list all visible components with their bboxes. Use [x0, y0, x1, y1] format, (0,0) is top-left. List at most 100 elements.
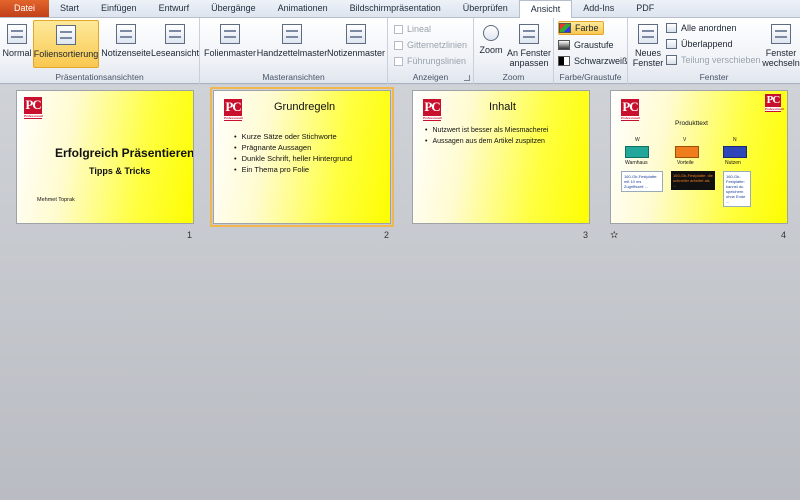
guides-checkbox[interactable]: Führungslinien [394, 54, 466, 68]
show-dialog-launcher-icon[interactable] [464, 75, 470, 81]
ribbon: Normal Foliensortierung Notizenseite Les… [0, 18, 800, 84]
list-item: Kurze Sätze oder Stichworte [234, 131, 352, 142]
slide-sorter-button[interactable]: Foliensortierung [33, 20, 99, 68]
tab-start[interactable]: Start [49, 0, 90, 17]
box-label-warnhaus: Warnhaus [625, 160, 648, 166]
slide-4: PC Professionell PC Professionell Produk… [610, 90, 788, 224]
gridlines-checkbox-box [394, 40, 403, 50]
group-color: Farbe Graustufe Schwarzweiß Farbe/Graust… [554, 18, 628, 84]
slide-4-title: Produkttext [675, 120, 708, 127]
new-window-icon [638, 24, 658, 44]
slide-master-icon [220, 24, 240, 44]
fit-window-icon [519, 24, 539, 44]
slide-thumbnail-2[interactable]: PC Professionell Grundregeln Kurze Sätze… [210, 87, 394, 240]
handout-master-button[interactable]: Handzettelmaster [257, 20, 327, 68]
group-label-presentation-views: Präsentationsansichten [55, 72, 144, 82]
normal-view-button[interactable]: Normal [2, 20, 32, 68]
tab-animations[interactable]: Animationen [267, 0, 339, 17]
notes-master-button[interactable]: Notizenmaster [327, 20, 385, 68]
group-label-master-views: Masteransichten [262, 72, 325, 82]
group-label-window: Fenster [699, 72, 729, 82]
slide-thumbnail-4[interactable]: PC Professionell PC Professionell Produk… [610, 90, 788, 241]
switch-window-button[interactable]: Fenster wechseln [762, 20, 800, 68]
slide-3: PC Professionell Inhalt Nutzwert ist bes… [412, 90, 590, 224]
box-warnhaus [625, 146, 649, 158]
slide-1-title: Erfolgreich Präsentieren [55, 146, 194, 160]
grayscale-button[interactable]: Graustufe [558, 38, 614, 52]
slide-1-subtitle: Tipps & Tricks [89, 166, 151, 176]
tab-pdf[interactable]: PDF [625, 0, 665, 17]
box-nutzen [723, 146, 747, 158]
list-item: Ein Thema pro Folie [234, 164, 352, 175]
slide-2: PC Professionell Grundregeln Kurze Sätze… [210, 87, 394, 227]
bw-button[interactable]: Schwarzweiß [558, 54, 628, 68]
slide-number-1: 1 [186, 230, 192, 240]
group-master-views: Folienmaster Handzettelmaster Notizenmas… [200, 18, 388, 84]
tab-view[interactable]: Ansicht [518, 0, 573, 18]
move-split-button[interactable]: Teilung verschieben [666, 53, 761, 67]
ruler-checkbox[interactable]: Lineal [394, 22, 431, 36]
pc-logo: PC Professionell [24, 97, 43, 119]
bw-swatch-icon [558, 56, 570, 66]
slide-sorter-icon [56, 25, 76, 45]
group-label-zoom: Zoom [502, 72, 525, 82]
reading-view-icon [165, 24, 185, 44]
pc-logo: PC Professionell [423, 99, 442, 121]
guides-checkbox-box [394, 56, 403, 66]
arrange-all-button[interactable]: Alle anordnen [666, 21, 737, 35]
normal-view-icon [7, 24, 27, 44]
notes-page-icon [116, 24, 136, 44]
switch-window-icon [771, 24, 791, 44]
tab-transitions[interactable]: Übergänge [200, 0, 267, 17]
tab-review[interactable]: Überprüfen [452, 0, 519, 17]
box-tag-n: N [733, 137, 737, 143]
fit-to-window-button[interactable]: An Fenster anpassen [506, 20, 552, 68]
zoom-button[interactable]: Zoom [478, 20, 504, 68]
list-item: Dunkle Schrift, heller Hintergrund [234, 153, 352, 164]
handout-master-icon [282, 24, 302, 44]
slide-1-author: Mehmet Toprak [37, 197, 75, 203]
pc-logo: PC Professionell [224, 99, 243, 121]
box-vorteile [675, 146, 699, 158]
note-2: 160-Gb-Festplatte: die schneller arbeite… [671, 171, 715, 190]
note-1: 160-Gb-Festplatte: mit 10 ms Zugriffszei… [621, 171, 663, 192]
group-label-show: Anzeigen [412, 72, 449, 82]
slide-3-bullets: Nutzwert ist besser als Miesmacherei Aus… [425, 125, 548, 147]
tab-addins[interactable]: Add-Ins [572, 0, 625, 17]
slide-number-4: 4 [780, 230, 786, 240]
group-show: Lineal Gitternetzlinien Führungslinien A… [388, 18, 474, 84]
note-3: 160-Gb-Festplatte: kannst du speichern o… [723, 171, 751, 207]
slide-2-title: Grundregeln [274, 101, 336, 113]
ruler-checkbox-box [394, 24, 403, 34]
tab-file[interactable]: Datei [0, 0, 50, 17]
cascade-icon [666, 39, 677, 49]
transition-star-icon[interactable]: ✫ [610, 230, 618, 241]
reading-view-button[interactable]: Leseansicht [151, 20, 199, 68]
cascade-button[interactable]: Überlappend [666, 37, 733, 51]
box-label-nutzen: Nutzen [725, 160, 741, 166]
group-window: Neues Fenster Alle anordnen Überlappend … [628, 18, 800, 84]
list-item: Prägnante Aussagen [234, 142, 352, 153]
ribbon-tabs: Datei Start Einfügen Entwurf Übergänge A… [0, 0, 800, 18]
color-button[interactable]: Farbe [558, 21, 604, 35]
grayscale-swatch-icon [558, 40, 570, 50]
tab-slideshow[interactable]: Bildschirmpräsentation [339, 0, 452, 17]
new-window-button[interactable]: Neues Fenster [631, 20, 665, 68]
notes-master-icon [346, 24, 366, 44]
gridlines-checkbox[interactable]: Gitternetzlinien [394, 38, 467, 52]
group-zoom: Zoom An Fenster anpassen Zoom [474, 18, 554, 84]
slide-thumbnail-3[interactable]: PC Professionell Inhalt Nutzwert ist bes… [412, 90, 590, 240]
slide-thumbnail-1[interactable]: PC Professionell Erfolgreich Präsentiere… [16, 90, 194, 240]
box-tag-v: V [683, 137, 687, 143]
group-presentation-views: Normal Foliensortierung Notizenseite Les… [0, 18, 200, 84]
slide-sorter-pane: PC Professionell Erfolgreich Präsentiere… [0, 85, 800, 500]
tab-insert[interactable]: Einfügen [90, 0, 148, 17]
notes-page-button[interactable]: Notizenseite [101, 20, 151, 68]
slide-number-2: 2 [383, 230, 389, 240]
tab-design[interactable]: Entwurf [148, 0, 201, 17]
slide-2-bullets: Kurze Sätze oder Stichworte Prägnante Au… [234, 131, 352, 175]
slide-master-button[interactable]: Folienmaster [204, 20, 256, 68]
arrange-all-icon [666, 23, 677, 33]
slide-1: PC Professionell Erfolgreich Präsentiere… [16, 90, 194, 224]
slide-number-3: 3 [582, 230, 588, 240]
